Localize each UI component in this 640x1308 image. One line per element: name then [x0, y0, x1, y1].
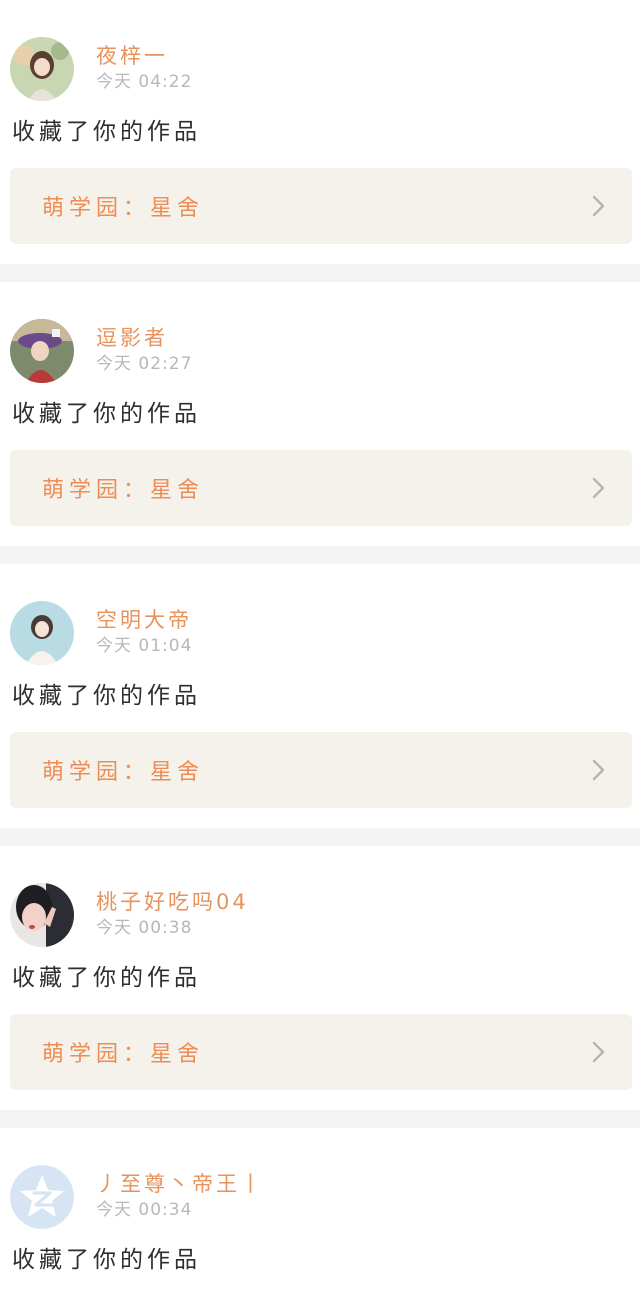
action-text: 收藏了你的作品: [12, 119, 201, 145]
avatar-image: [10, 601, 74, 665]
timestamp: 今天 00:34: [96, 1200, 193, 1220]
feed-card: 夜梓一 今天 04:22 收藏了你的作品 萌学园：星舍: [0, 0, 640, 264]
avatar[interactable]: [10, 319, 74, 383]
chevron-right-icon: [592, 195, 605, 217]
work-title: 萌学园：星舍: [42, 478, 205, 503]
action-text: 收藏了你的作品: [12, 683, 201, 709]
work-link[interactable]: 萌学园：星舍: [10, 732, 632, 808]
user-meta: 空明大帝 今天 01:04: [96, 606, 192, 658]
feed-card-header: 桃子好吃吗04 今天 00:38: [10, 882, 632, 948]
user-name[interactable]: 桃子好吃吗04: [96, 888, 249, 916]
action-text: 收藏了你的作品: [12, 401, 201, 427]
timestamp: 今天 04:22: [96, 72, 193, 92]
avatar[interactable]: [10, 883, 74, 947]
feed-card-header: 夜梓一 今天 04:22: [10, 36, 632, 102]
feed-card-header: 逗影者 今天 02:27: [10, 318, 632, 384]
chevron-right-icon: [592, 759, 605, 781]
user-name[interactable]: 丿至尊丶帝王丨: [96, 1170, 264, 1198]
feed-card-header: 空明大帝 今天 01:04: [10, 600, 632, 666]
user-name[interactable]: 夜梓一: [96, 42, 192, 70]
avatar[interactable]: [10, 37, 74, 101]
chevron-right-icon: [592, 477, 605, 499]
user-meta: 桃子好吃吗04 今天 00:38: [96, 888, 249, 940]
work-link[interactable]: 萌学园：星舍: [10, 168, 632, 244]
avatar-image: [10, 883, 74, 947]
work-title: 萌学园：星舍: [42, 760, 205, 785]
feed-card: 丿至尊丶帝王丨 今天 00:34 收藏了你的作品: [0, 1128, 640, 1308]
user-meta: 逗影者 今天 02:27: [96, 324, 192, 376]
avatar-image: [10, 37, 74, 101]
work-link[interactable]: 萌学园：星舍: [10, 1014, 632, 1090]
timestamp: 今天 00:38: [96, 918, 193, 938]
action-text: 收藏了你的作品: [12, 1247, 201, 1273]
timestamp: 今天 02:27: [96, 354, 193, 374]
notification-feed: 夜梓一 今天 04:22 收藏了你的作品 萌学园：星舍 逗影者 今天 02:27…: [0, 0, 640, 1308]
avatar-image: [10, 319, 74, 383]
work-title: 萌学园：星舍: [42, 1042, 205, 1067]
user-name[interactable]: 逗影者: [96, 324, 192, 352]
action-text: 收藏了你的作品: [12, 965, 201, 991]
avatar[interactable]: [10, 1165, 74, 1229]
qzone-star-icon: [10, 1165, 74, 1229]
timestamp: 今天 01:04: [96, 636, 193, 656]
feed-card: 逗影者 今天 02:27 收藏了你的作品 萌学园：星舍: [0, 282, 640, 546]
user-meta: 夜梓一 今天 04:22: [96, 42, 192, 94]
feed-card: 空明大帝 今天 01:04 收藏了你的作品 萌学园：星舍: [0, 564, 640, 828]
user-name[interactable]: 空明大帝: [96, 606, 192, 634]
feed-card-header: 丿至尊丶帝王丨 今天 00:34: [10, 1164, 632, 1230]
work-title: 萌学园：星舍: [42, 196, 205, 221]
avatar[interactable]: [10, 601, 74, 665]
feed-card: 桃子好吃吗04 今天 00:38 收藏了你的作品 萌学园：星舍: [0, 846, 640, 1110]
work-link[interactable]: 萌学园：星舍: [10, 450, 632, 526]
user-meta: 丿至尊丶帝王丨 今天 00:34: [96, 1170, 264, 1222]
chevron-right-icon: [592, 1041, 605, 1063]
